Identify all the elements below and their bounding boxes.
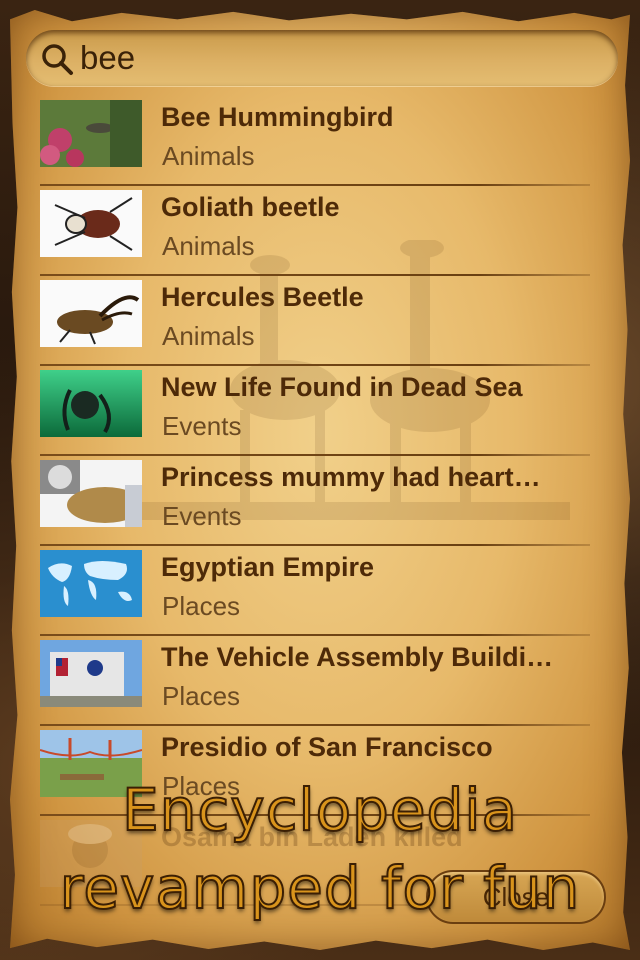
hummingbird-thumbnail (40, 100, 142, 167)
goliath-beetle-thumbnail (40, 190, 142, 257)
result-category: Animals (162, 321, 255, 351)
underwater-thumbnail (40, 370, 142, 437)
world-map-thumbnail (40, 550, 142, 617)
result-category: Events (162, 501, 242, 531)
result-title: The Vehicle Assembly Buildi… (161, 642, 554, 672)
promo-caption-line1: Encyclopedia (121, 775, 519, 845)
result-title: Bee Hummingbird (161, 102, 394, 132)
result-title: Princess mummy had heart… (161, 462, 541, 492)
promo-caption-line2: revamped for fun (59, 853, 581, 923)
result-title: New Life Found in Dead Sea (161, 372, 523, 402)
result-category: Events (162, 411, 242, 441)
result-category: Places (162, 591, 241, 621)
list-item[interactable]: Princess mummy had heart… Events (40, 456, 598, 546)
result-title: Hercules Beetle (161, 282, 364, 312)
search-bar[interactable] (26, 30, 618, 86)
list-item[interactable]: Goliath beetle Animals (40, 186, 598, 276)
list-item[interactable]: Egyptian Empire Places (40, 546, 598, 636)
list-item[interactable]: The Vehicle Assembly Buildi… Places (40, 636, 598, 726)
result-title: Egyptian Empire (161, 552, 375, 582)
result-title: Goliath beetle (161, 192, 340, 222)
result-category: Animals (162, 231, 255, 261)
search-input[interactable] (80, 36, 600, 80)
list-item[interactable]: Bee Hummingbird Animals (40, 96, 598, 186)
result-title: Presidio of San Francisco (161, 732, 493, 762)
vehicle-assembly-building-thumbnail (40, 640, 142, 707)
mummy-thumbnail (40, 460, 142, 527)
result-category: Places (162, 681, 241, 711)
hercules-beetle-thumbnail (40, 280, 142, 347)
search-icon (42, 44, 73, 75)
list-item[interactable]: Hercules Beetle Animals (40, 276, 598, 366)
list-item[interactable]: New Life Found in Dead Sea Events (40, 366, 598, 456)
result-category: Animals (162, 141, 255, 171)
